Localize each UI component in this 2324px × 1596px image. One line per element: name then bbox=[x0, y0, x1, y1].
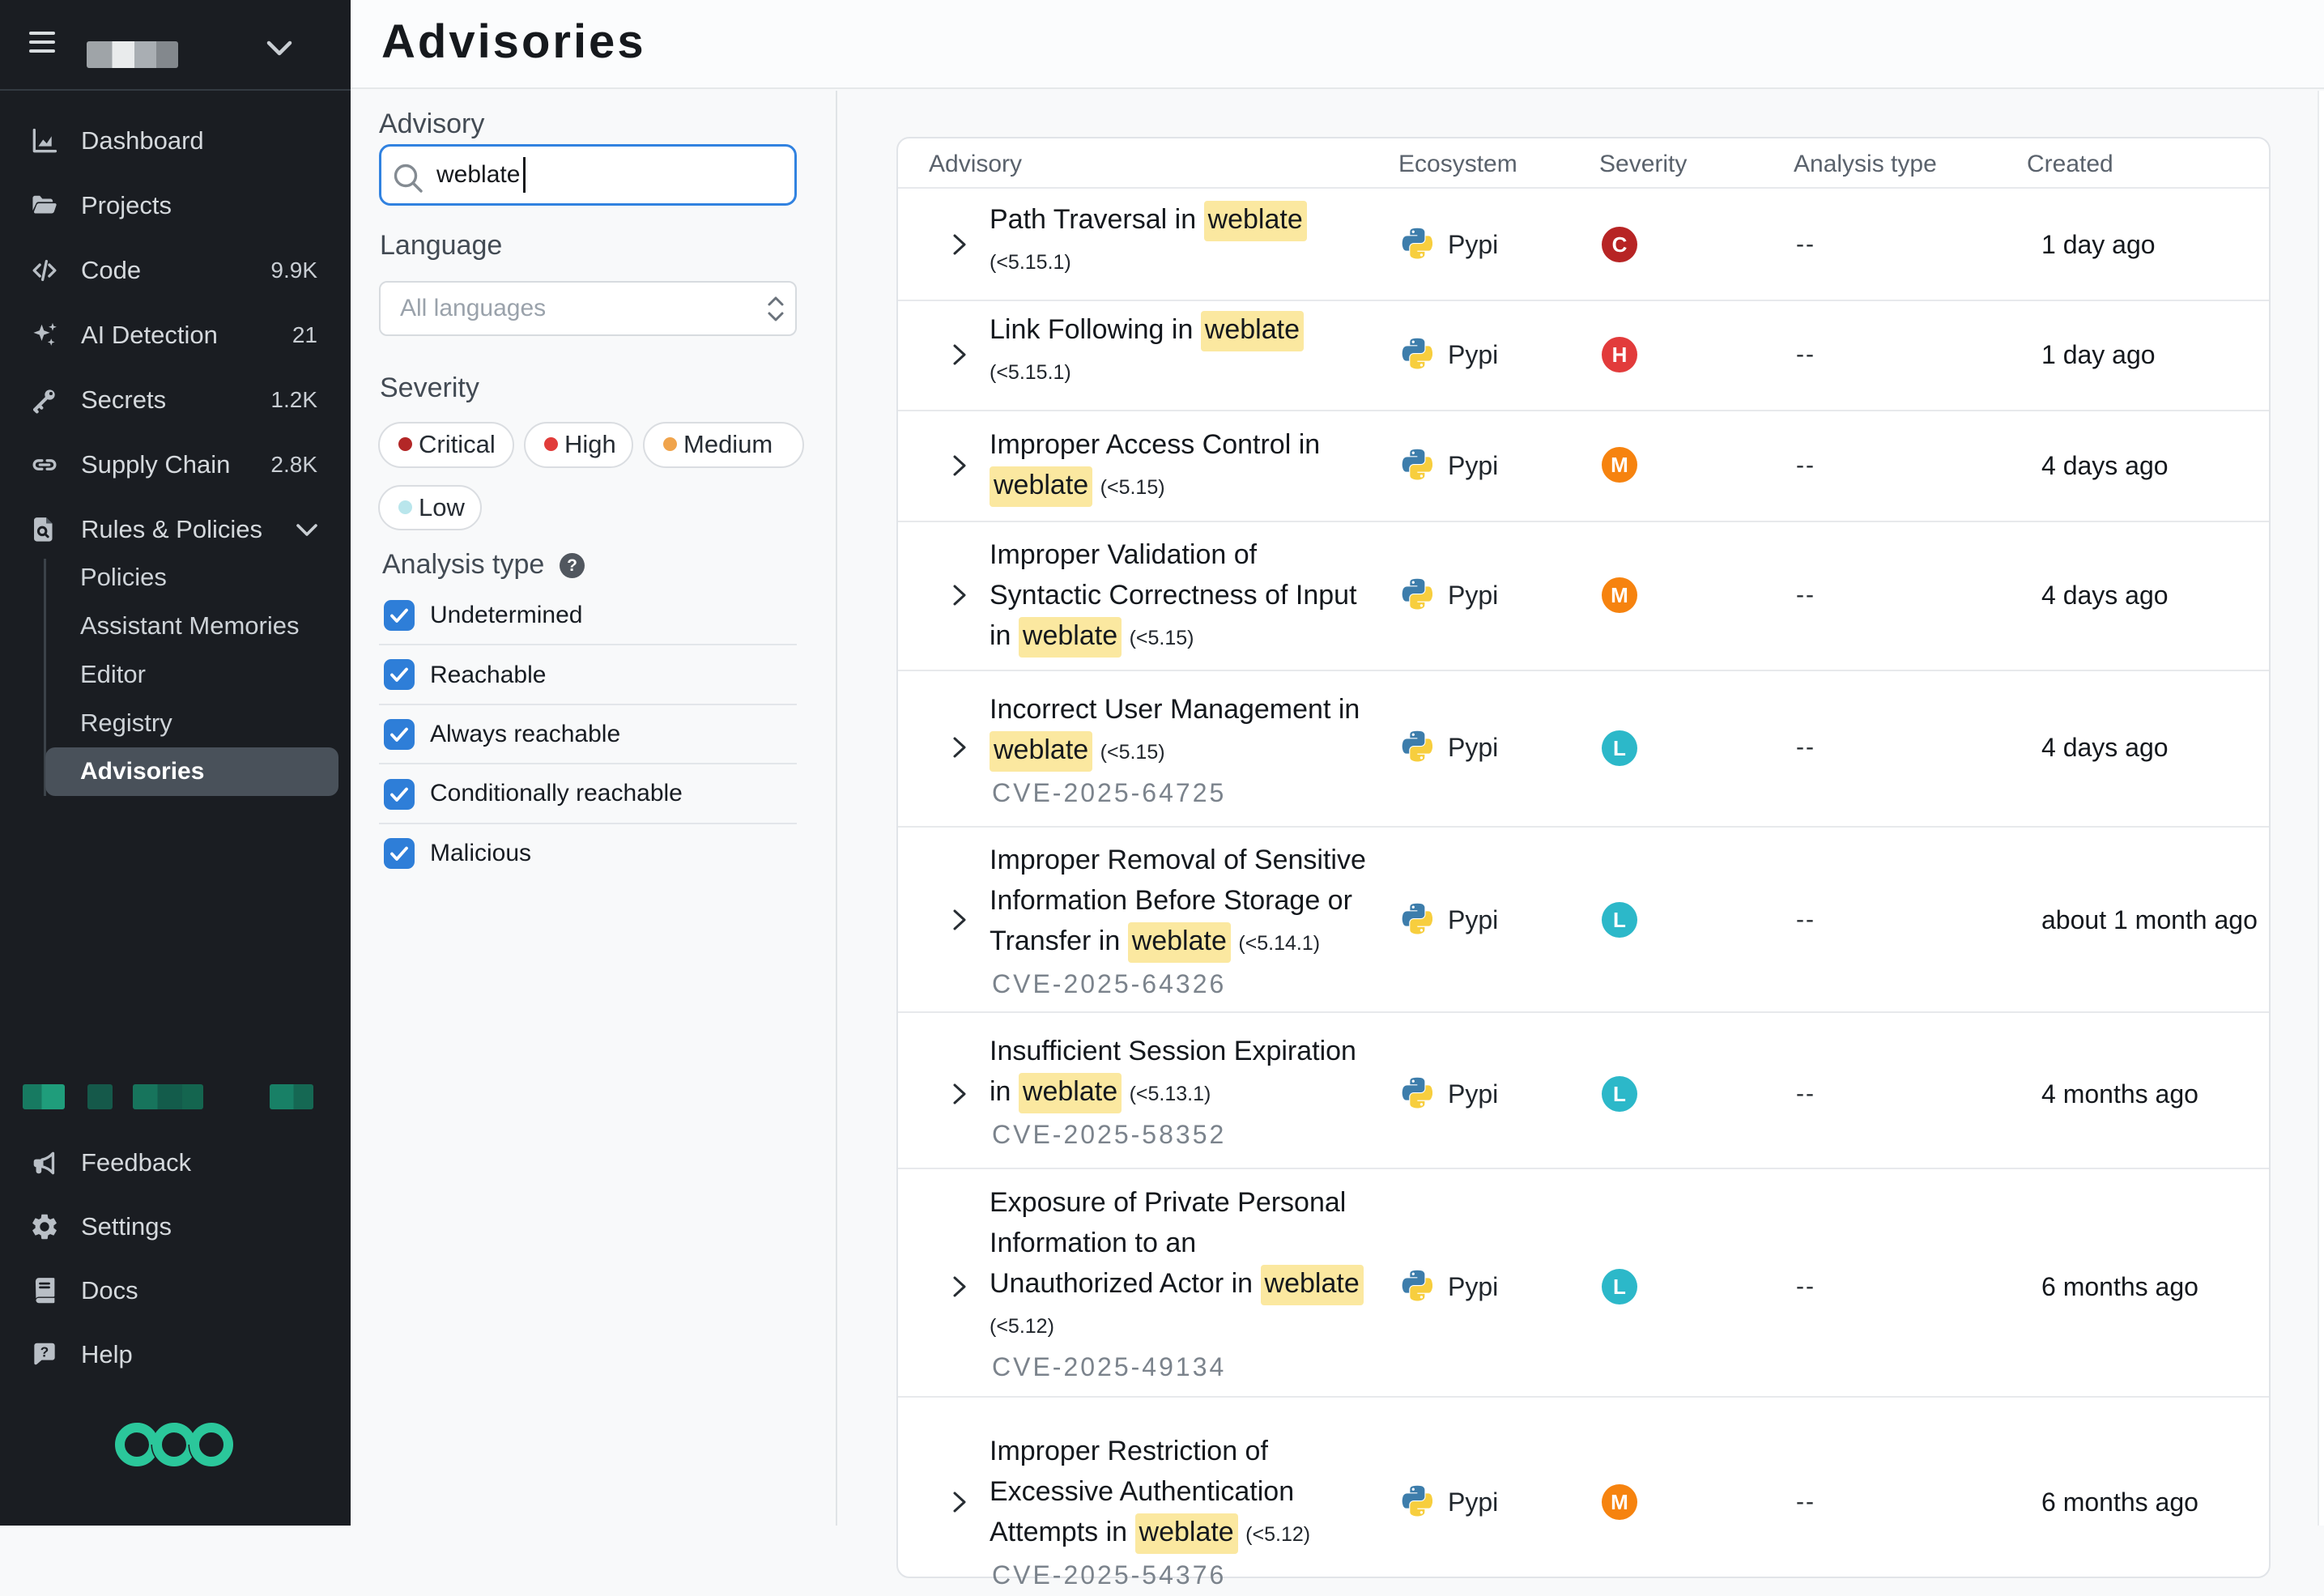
svg-text:?: ? bbox=[40, 1344, 49, 1360]
